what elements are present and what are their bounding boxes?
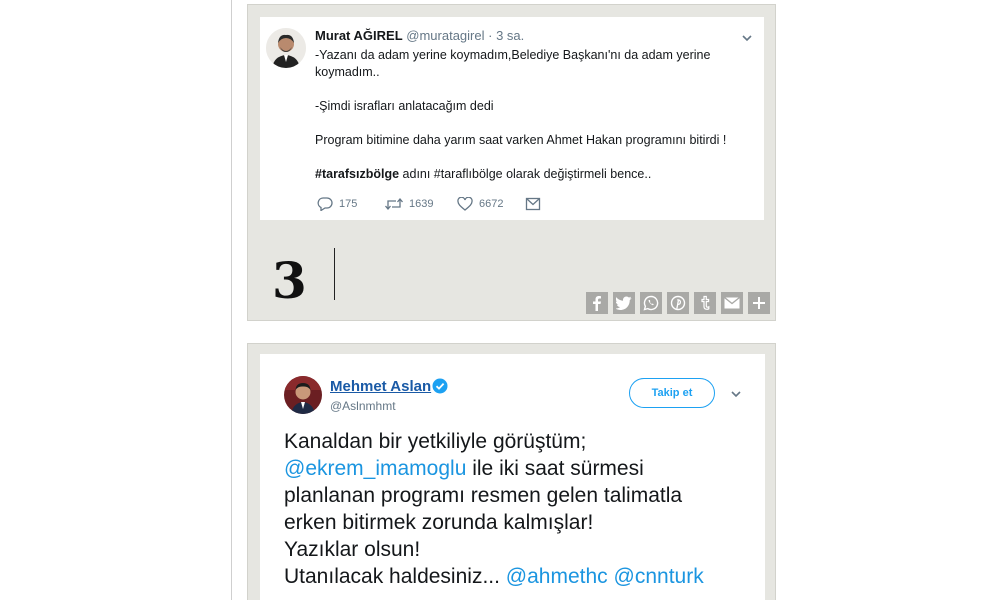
tweet-line: adını #taraflıbölge olarak değiştirmeli … (399, 167, 652, 181)
retweet-count: 1639 (409, 198, 434, 210)
tumblr-icon (701, 295, 710, 310)
embedded-tweet: Murat AĞIREL @muratagirel · 3 sa. -Yazan… (260, 17, 764, 220)
share-whatsapp-button[interactable] (640, 292, 662, 314)
share-email-button[interactable] (721, 292, 743, 314)
author-name[interactable]: Murat AĞIREL (315, 28, 403, 43)
verified-badge-icon (432, 378, 448, 394)
follow-button[interactable]: Takip et (629, 378, 715, 408)
share-bar (586, 292, 770, 314)
tweet-paragraph: #tarafsızbölge adını #taraflıbölge olara… (315, 166, 735, 183)
twitter-icon (616, 296, 632, 310)
author-handle[interactable]: @muratagirel (406, 28, 484, 43)
chevron-down-icon[interactable] (730, 388, 742, 400)
share-facebook-button[interactable] (586, 292, 608, 314)
reply-action[interactable]: 175 (317, 197, 385, 211)
tweet-line: Utanılacak haldesiniz... @ahmethc @cnntu… (284, 563, 754, 590)
tweet-line: Kanaldan bir yetkiliyle görüştüm; (284, 430, 587, 453)
reply-count: 175 (339, 198, 358, 210)
tweet-line: erken bitirmek zorunda kalmışlar! (284, 511, 594, 534)
tweet-text: -Yazanı da adam yerine koymadım,Belediye… (315, 47, 735, 200)
article-item-card: Mehmet Aslan @Aslnmhmt Takip et Kanaldan… (247, 343, 776, 601)
retweet-icon (385, 197, 403, 211)
tweet-paragraph: -Şimdi israfları anlatacağım dedi (315, 99, 494, 113)
mention-link[interactable]: @ahmethc (506, 565, 608, 588)
author-name[interactable]: Mehmet Aslan (330, 378, 431, 395)
author-handle[interactable]: @Aslnmhmt (330, 399, 396, 413)
like-count: 6672 (479, 198, 504, 210)
tweet-line: @ekrem_imamoglu ile iki saat sürmesi (284, 455, 754, 482)
retweet-action[interactable]: 1639 (385, 197, 457, 211)
share-more-button[interactable] (748, 292, 770, 314)
plus-icon (753, 297, 765, 309)
pinterest-icon (670, 295, 686, 311)
reply-icon (317, 197, 333, 211)
tweet-line: planlanan programı resmen gelen talimatl… (284, 484, 683, 507)
email-icon (724, 297, 740, 309)
page-divider-line (231, 0, 232, 600)
facebook-icon (593, 296, 601, 311)
tweet-line-text: ile iki saat sürmesi (466, 457, 644, 480)
tweet-text: Kanaldan bir yetkiliyle görüştüm; @ekrem… (284, 428, 754, 590)
tweet-line: -Yazanı da adam yerine koymadım,Belediye… (315, 48, 711, 62)
separator-dot: · (488, 28, 493, 43)
embedded-tweet: Mehmet Aslan @Aslnmhmt Takip et Kanaldan… (260, 354, 765, 601)
share-tumblr-button[interactable] (694, 292, 716, 314)
tweet-timestamp[interactable]: 3 sa. (496, 28, 524, 43)
tweet-line: Yazıklar olsun! (284, 538, 421, 561)
tweet-line-text: Utanılacak haldesiniz... (284, 565, 506, 588)
share-twitter-button[interactable] (613, 292, 635, 314)
chevron-down-icon[interactable] (741, 32, 753, 44)
whatsapp-icon (643, 295, 659, 311)
share-pinterest-button[interactable] (667, 292, 689, 314)
mention-link[interactable]: @cnnturk (614, 565, 704, 588)
tweet-header: Murat AĞIREL @muratagirel · 3 sa. (315, 28, 524, 43)
dm-action[interactable] (525, 197, 547, 211)
tweet-paragraph: -Yazanı da adam yerine koymadım,Belediye… (315, 47, 735, 81)
article-item-card: Murat AĞIREL @muratagirel · 3 sa. -Yazan… (247, 4, 776, 321)
number-divider (334, 248, 335, 300)
mention-link[interactable]: @ekrem_imamoglu (284, 457, 466, 480)
avatar[interactable] (266, 28, 306, 68)
avatar[interactable] (284, 376, 322, 414)
hashtag-link[interactable]: #tarafsızbölge (315, 167, 399, 181)
tweet-line: koymadım.. (315, 65, 380, 79)
item-number: 3 (272, 251, 307, 310)
like-icon (457, 197, 473, 211)
like-action[interactable]: 6672 (457, 197, 525, 211)
tweet-actions: 175 1639 6672 (317, 195, 547, 213)
dm-icon (525, 197, 541, 211)
tweet-paragraph: Program bitimine daha yarım saat varken … (315, 133, 727, 147)
